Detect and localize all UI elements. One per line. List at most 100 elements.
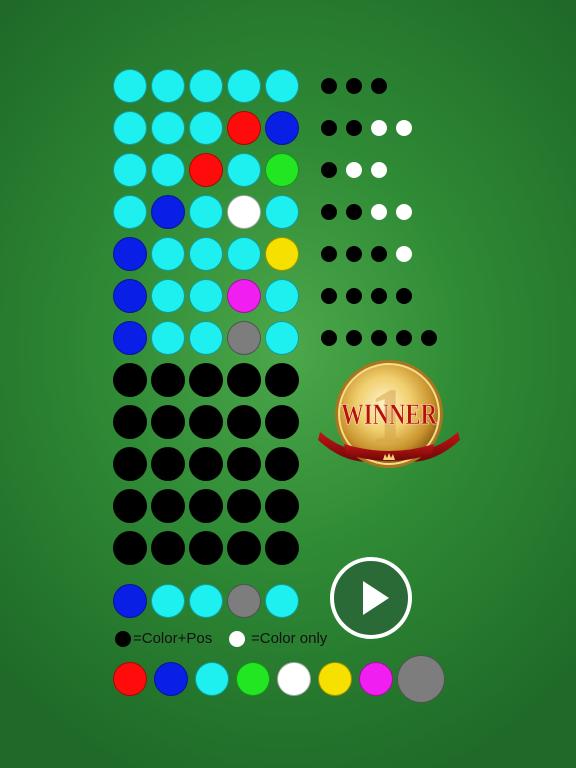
- game-screen: { "colors": { "cyan": "#1ef0f0", "red": …: [0, 0, 576, 768]
- guess-peg-cyan: [113, 195, 147, 229]
- feedback-exact-peg: [346, 288, 362, 304]
- empty-peg-slot[interactable]: [113, 531, 147, 565]
- guess-row: [113, 153, 303, 187]
- guess-row: [113, 279, 303, 313]
- guess-peg-cyan: [151, 279, 185, 313]
- empty-peg-slot[interactable]: [265, 447, 299, 481]
- guess-peg-gray: [227, 321, 261, 355]
- guess-peg-cyan: [265, 195, 299, 229]
- guess-peg-cyan: [265, 321, 299, 355]
- empty-peg-slot[interactable]: [151, 405, 185, 439]
- feedback-exact-peg: [421, 330, 437, 346]
- feedback-exact-peg: [371, 78, 387, 94]
- guess-peg-red: [227, 111, 261, 145]
- empty-peg-slot[interactable]: [151, 531, 185, 565]
- secret-peg-cyan: [151, 584, 185, 618]
- palette-color-blue[interactable]: [154, 662, 188, 696]
- empty-peg-slot[interactable]: [265, 531, 299, 565]
- color-only-label: =Color only: [251, 630, 328, 647]
- empty-peg-slot[interactable]: [151, 363, 185, 397]
- empty-peg-slot[interactable]: [265, 405, 299, 439]
- guess-row: [113, 111, 303, 145]
- empty-peg-slot[interactable]: [189, 405, 223, 439]
- guess-peg-blue: [265, 111, 299, 145]
- guess-peg-blue: [113, 321, 147, 355]
- guess-peg-cyan: [151, 237, 185, 271]
- guess-row: [113, 447, 303, 481]
- empty-peg-slot[interactable]: [227, 447, 261, 481]
- empty-peg-slot[interactable]: [113, 405, 147, 439]
- feedback-color-only-peg: [371, 162, 387, 178]
- secret-peg-cyan: [265, 584, 299, 618]
- guess-peg-cyan: [113, 69, 147, 103]
- guess-peg-red: [189, 153, 223, 187]
- palette-color-gray[interactable]: [397, 655, 445, 703]
- guess-peg-cyan: [151, 111, 185, 145]
- guess-row: [113, 531, 303, 565]
- feedback-color-only-peg: [371, 204, 387, 220]
- feedback-exact-peg: [321, 288, 337, 304]
- feedback-exact-peg: [346, 78, 362, 94]
- color-only-dot: [229, 631, 245, 647]
- feedback-color-only-peg: [371, 120, 387, 136]
- empty-peg-slot[interactable]: [113, 489, 147, 523]
- empty-peg-slot[interactable]: [151, 447, 185, 481]
- empty-peg-slot[interactable]: [189, 447, 223, 481]
- feedback-color-only-peg: [396, 120, 412, 136]
- guess-row: [113, 195, 303, 229]
- guess-peg-blue: [113, 237, 147, 271]
- secret-peg-cyan: [189, 584, 223, 618]
- feedback-color-only-peg: [346, 162, 362, 178]
- guess-row: [113, 363, 303, 397]
- guess-peg-green: [265, 153, 299, 187]
- feedback-exact-peg: [396, 288, 412, 304]
- empty-peg-slot[interactable]: [189, 531, 223, 565]
- guess-peg-yellow: [265, 237, 299, 271]
- play-button[interactable]: [330, 557, 412, 639]
- feedback-exact-peg: [371, 246, 387, 262]
- guess-peg-cyan: [265, 69, 299, 103]
- palette-color-magenta[interactable]: [359, 662, 393, 696]
- guess-peg-cyan: [189, 279, 223, 313]
- guess-row: [113, 69, 303, 103]
- empty-peg-slot[interactable]: [113, 447, 147, 481]
- guess-peg-cyan: [151, 321, 185, 355]
- palette-color-green[interactable]: [236, 662, 270, 696]
- empty-peg-slot[interactable]: [189, 489, 223, 523]
- guess-row: [113, 489, 303, 523]
- empty-peg-slot[interactable]: [227, 489, 261, 523]
- guess-peg-magenta: [227, 279, 261, 313]
- feedback-exact-peg: [321, 162, 337, 178]
- empty-peg-slot[interactable]: [227, 363, 261, 397]
- feedback-exact-peg: [321, 204, 337, 220]
- empty-peg-slot[interactable]: [227, 531, 261, 565]
- empty-peg-slot[interactable]: [265, 489, 299, 523]
- guess-row: [113, 321, 303, 355]
- feedback-exact-peg: [321, 330, 337, 346]
- guess-peg-cyan: [189, 69, 223, 103]
- palette-color-white[interactable]: [277, 662, 311, 696]
- secret-peg-gray: [227, 584, 261, 618]
- feedback-color-only-peg: [396, 204, 412, 220]
- guess-peg-cyan: [189, 111, 223, 145]
- feedback-exact-peg: [321, 120, 337, 136]
- guess-peg-cyan: [189, 195, 223, 229]
- winner-text: WINNER: [341, 398, 437, 431]
- palette-color-cyan[interactable]: [195, 662, 229, 696]
- palette-color-yellow[interactable]: [318, 662, 352, 696]
- feedback-exact-peg: [371, 288, 387, 304]
- palette-color-red[interactable]: [113, 662, 147, 696]
- empty-peg-slot[interactable]: [227, 405, 261, 439]
- guess-row: [113, 405, 303, 439]
- empty-peg-slot[interactable]: [113, 363, 147, 397]
- feedback-exact-peg: [346, 246, 362, 262]
- feedback-exact-peg: [396, 330, 412, 346]
- guess-row: [113, 237, 303, 271]
- empty-peg-slot[interactable]: [265, 363, 299, 397]
- empty-peg-slot[interactable]: [189, 363, 223, 397]
- empty-peg-slot[interactable]: [151, 489, 185, 523]
- feedback-exact-peg: [321, 246, 337, 262]
- secret-code-row: [113, 584, 303, 618]
- guess-peg-cyan: [265, 279, 299, 313]
- feedback-color-only-peg: [396, 246, 412, 262]
